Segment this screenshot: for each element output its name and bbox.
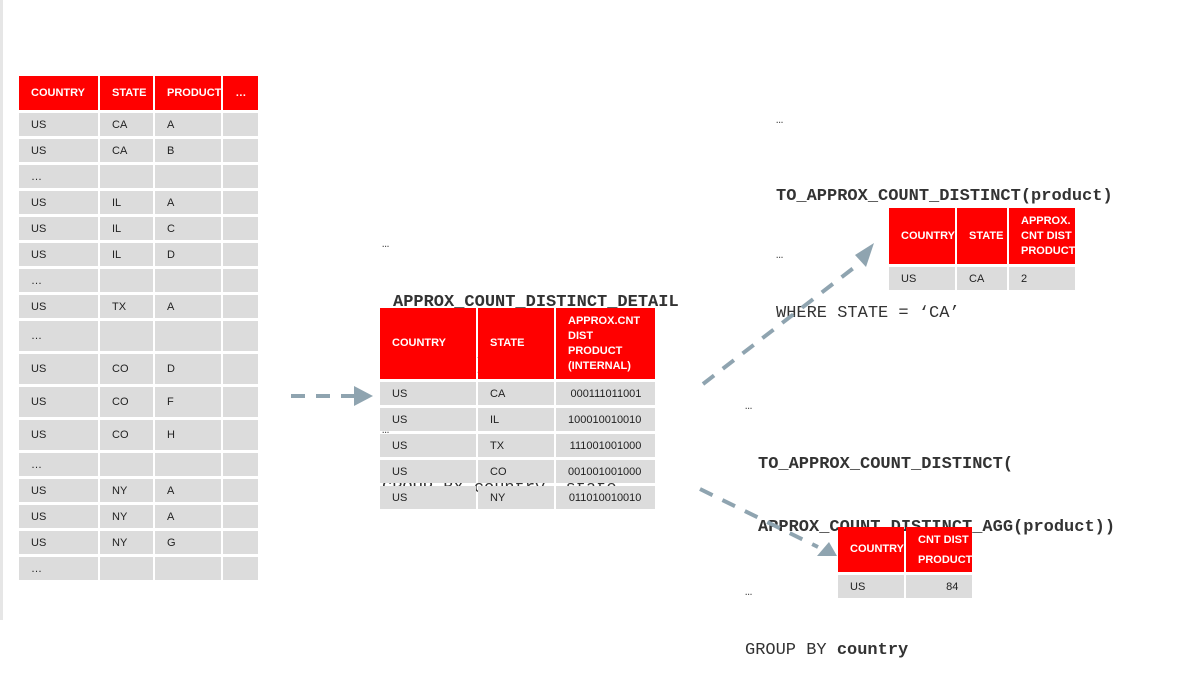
flow-arrows bbox=[291, 243, 874, 556]
arrow-detail-to-state bbox=[701, 261, 862, 386]
arrow-detail-to-country bbox=[699, 487, 819, 549]
arrowhead-icon bbox=[817, 542, 837, 556]
group-by-keyword: GROUP BY bbox=[745, 641, 837, 660]
group-by-column: country bbox=[836, 641, 909, 660]
arrowhead-icon bbox=[855, 243, 874, 267]
arrowhead-icon bbox=[354, 386, 373, 406]
